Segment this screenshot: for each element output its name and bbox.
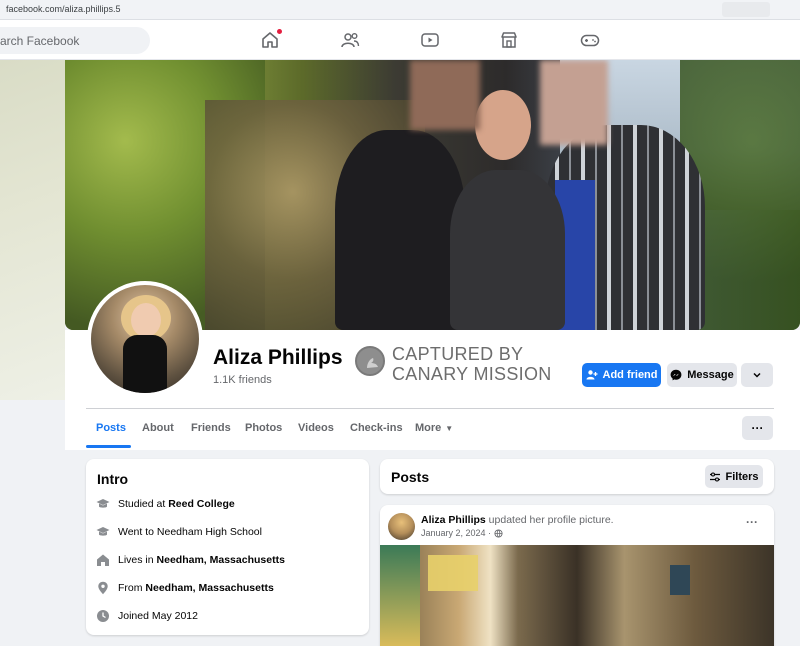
post-action-text: updated her profile picture. [485, 514, 614, 526]
post-photo-storefront [380, 545, 420, 646]
profile-picture-face [131, 303, 161, 337]
intro-text: Lives in [118, 554, 157, 566]
browser-address-bar[interactable]: facebook.com/aliza.phillips.5 [0, 0, 800, 20]
intro-link[interactable]: Needham, Massachusetts [157, 554, 285, 566]
post-photo-sign [428, 555, 478, 591]
home-icon [96, 553, 110, 567]
intro-title: Intro [97, 471, 129, 487]
watermark-line-2: CANARY MISSION [392, 364, 552, 384]
post-photo[interactable] [380, 545, 774, 646]
marketplace-icon[interactable] [498, 29, 520, 51]
message-button[interactable]: Message [667, 363, 737, 387]
post-author-avatar[interactable] [388, 513, 415, 540]
filters-button[interactable]: Filters [705, 465, 763, 488]
add-friend-button[interactable]: Add friend [582, 363, 661, 387]
intro-item-lives-in: Lives in Needham, Massachusetts [96, 553, 285, 567]
gaming-icon[interactable] [579, 29, 601, 51]
cover-person-center-face [475, 90, 531, 160]
ellipsis-icon: ··· [751, 421, 764, 435]
blurred-face [540, 60, 608, 145]
cover-person-center [450, 170, 565, 330]
video-icon[interactable] [419, 29, 441, 51]
add-friend-label: Add friend [602, 369, 658, 381]
canary-mission-watermark: CAPTURED BY CANARY MISSION [392, 344, 552, 384]
profile-picture-dress [123, 335, 167, 393]
intro-link[interactable]: Needham, Massachusetts [145, 582, 273, 594]
browser-toolbar-button[interactable] [722, 2, 770, 17]
canary-mission-logo [355, 346, 385, 376]
post-date-text: January 2, 2024 · [421, 528, 492, 538]
active-tab-indicator [86, 445, 131, 448]
top-navigation: arch Facebook [0, 20, 800, 60]
intro-text: From [118, 582, 146, 594]
intro-item-high-school: Went to Needham High School [96, 525, 262, 539]
intro-text: Joined May 2012 [118, 610, 198, 622]
blurred-face [410, 60, 480, 130]
post-header-text: Aliza Phillips updated her profile pictu… [421, 514, 614, 526]
message-label: Message [687, 369, 734, 381]
more-options-button[interactable]: ··· [742, 416, 773, 440]
home-icon[interactable] [259, 29, 282, 51]
header-divider [86, 408, 774, 409]
friends-count[interactable]: 1.1K friends [213, 374, 272, 386]
clock-icon [96, 609, 110, 623]
graduation-cap-icon [96, 525, 110, 539]
intro-link[interactable]: Reed College [168, 498, 235, 510]
intro-item-from: From Needham, Massachusetts [96, 581, 274, 595]
friends-icon[interactable] [339, 29, 361, 51]
watermark-line-1: CAPTURED BY [392, 344, 524, 364]
add-person-icon [586, 370, 597, 380]
graduation-cap-icon [96, 497, 110, 511]
post-timestamp[interactable]: January 2, 2024 · [421, 528, 503, 538]
post-author-name[interactable]: Aliza Phillips [421, 514, 486, 526]
chevron-down-icon [753, 372, 761, 378]
location-pin-icon [96, 581, 110, 595]
profile-picture[interactable] [87, 281, 203, 397]
intro-text: Went to Needham High School [118, 526, 262, 538]
tab-more[interactable]: More ▼ [415, 422, 453, 434]
post-photo-window [670, 565, 690, 595]
intro-item-education: Studied at Reed College [96, 497, 235, 511]
intro-card: Intro Studied at Reed College Went to Ne… [86, 459, 369, 635]
caret-down-icon: ▼ [445, 423, 454, 433]
tab-videos[interactable]: Videos [298, 422, 334, 434]
search-placeholder: arch Facebook [0, 34, 80, 48]
page-background-gradient [0, 60, 65, 400]
intro-text: Studied at [118, 498, 169, 510]
sliders-icon [710, 471, 721, 482]
tab-about[interactable]: About [142, 422, 174, 434]
tab-photos[interactable]: Photos [245, 422, 282, 434]
post-options-icon[interactable]: ··· [746, 515, 758, 529]
tab-check-ins[interactable]: Check-ins [350, 422, 403, 434]
search-input[interactable]: arch Facebook [0, 27, 150, 54]
posts-title: Posts [391, 469, 430, 485]
messenger-icon [670, 369, 682, 381]
url-text[interactable]: facebook.com/aliza.phillips.5 [6, 4, 121, 14]
notification-dot [277, 29, 282, 34]
tab-posts[interactable]: Posts [96, 422, 126, 434]
post-card: Aliza Phillips updated her profile pictu… [380, 505, 774, 646]
globe-icon [494, 528, 503, 538]
intro-item-joined: Joined May 2012 [96, 609, 198, 623]
posts-header-card: Posts Filters [380, 459, 774, 494]
profile-options-button[interactable] [741, 363, 773, 387]
filters-label: Filters [725, 470, 759, 483]
tab-friends[interactable]: Friends [191, 422, 231, 434]
tab-more-label: More [415, 422, 442, 434]
profile-name: Aliza Phillips [213, 346, 343, 369]
cover-person-left [335, 130, 465, 330]
